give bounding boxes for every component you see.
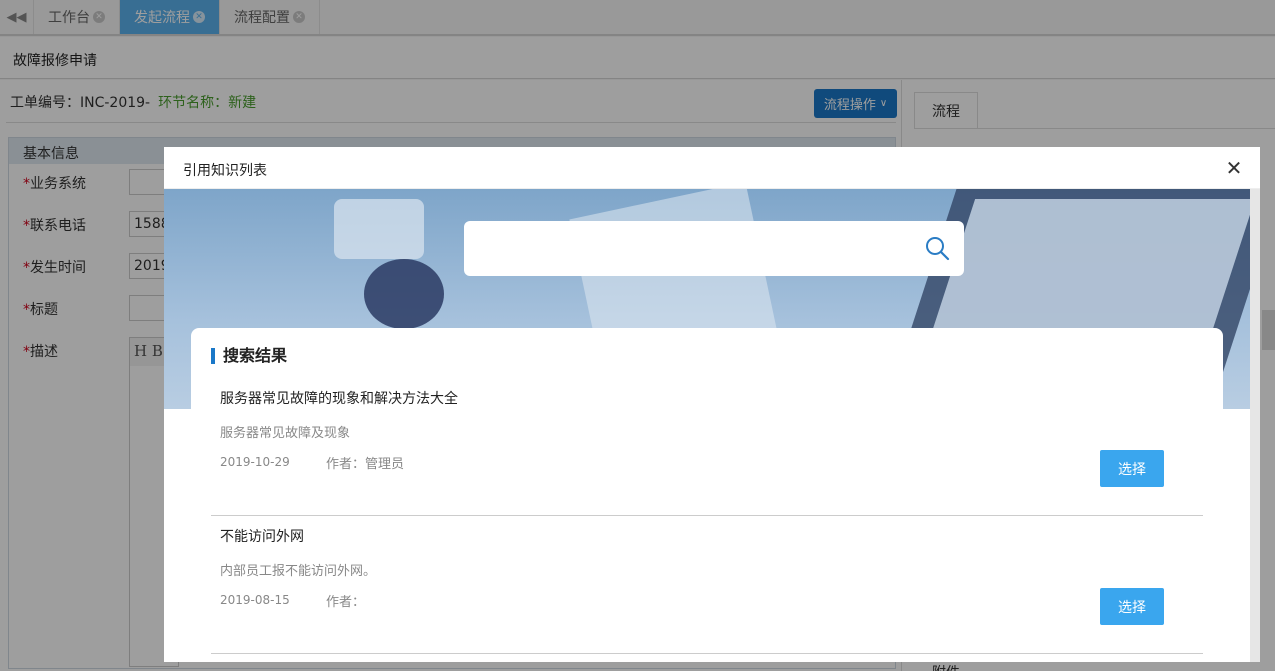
item-date: 2019-10-29 — [220, 455, 290, 469]
item-summary: 内部员工报不能访问外网。 — [220, 564, 377, 579]
item-title[interactable]: 不能访问外网 — [220, 526, 304, 546]
select-button[interactable]: 选择 — [1100, 450, 1164, 487]
item-author: 作者： — [326, 595, 366, 610]
modal-header: 引用知识列表 ✕ — [164, 147, 1260, 189]
list-item: 服务器常见故障的现象和解决方法大全 服务器常见故障及现象 2019-10-29 … — [211, 378, 1203, 516]
item-date: 2019-08-15 — [220, 593, 290, 607]
search-results: 搜索结果 服务器常见故障的现象和解决方法大全 服务器常见故障及现象 2019-1… — [191, 328, 1223, 662]
page-scrollbar[interactable] — [1262, 310, 1275, 350]
modal-scrollbar[interactable] — [1250, 189, 1260, 662]
select-button[interactable]: 选择 — [1100, 588, 1164, 625]
list-item: 不能访问外网 内部员工报不能访问外网。 2019-08-15 作者： 选择 — [211, 516, 1203, 654]
search-input[interactable] — [464, 221, 964, 276]
item-title[interactable]: 服务器常见故障的现象和解决方法大全 — [220, 388, 458, 408]
knowledge-list-modal: 引用知识列表 ✕ 搜索结果 服务器常见故障的现象和解决方法大全 服务器常见故障及… — [164, 147, 1260, 662]
coffee-cup-decoration — [364, 259, 444, 329]
search-field[interactable] — [464, 221, 904, 276]
laptop-screen-decoration — [932, 199, 1250, 329]
plant-decoration — [334, 199, 424, 259]
close-icon[interactable]: ✕ — [1224, 158, 1244, 178]
results-title: 搜索结果 — [211, 348, 287, 364]
item-author: 作者：管理员 — [326, 457, 405, 472]
item-summary: 服务器常见故障及现象 — [220, 426, 351, 441]
search-icon[interactable] — [924, 235, 950, 261]
modal-title: 引用知识列表 — [183, 163, 267, 179]
